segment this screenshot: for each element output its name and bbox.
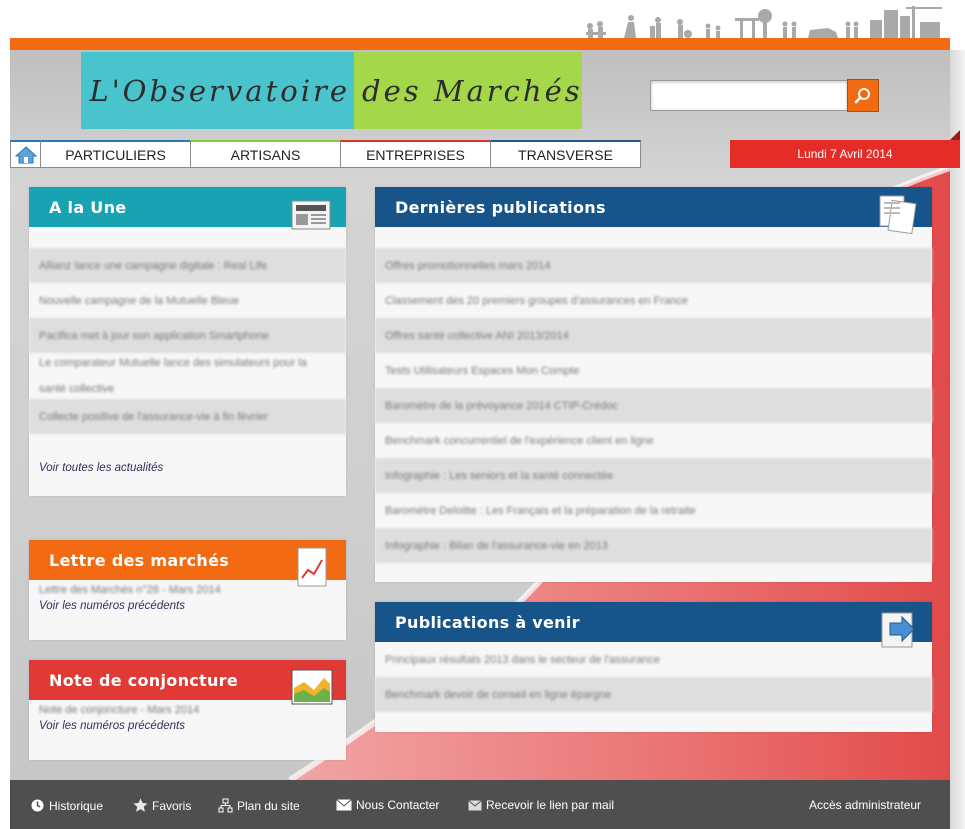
- star-icon: [133, 798, 148, 812]
- search-icon: [854, 87, 870, 103]
- envelope-icon: [336, 799, 352, 811]
- note-de-conjoncture-panel: Note de conjoncture Note de conjoncture …: [29, 660, 346, 760]
- nav-artisans[interactable]: ARTISANS: [190, 140, 341, 168]
- publications-a-venir-panel: Publications à venir Principaux résultat…: [375, 602, 932, 732]
- footer-historique-link[interactable]: Historique: [30, 798, 103, 813]
- main-nav: PARTICULIERS ARTISANS ENTREPRISES TRANSV…: [10, 140, 641, 168]
- lettre-header: Lettre des marchés: [29, 540, 346, 587]
- logo-right-block: des Marchés: [354, 52, 582, 129]
- footer-favoris-link[interactable]: Favoris: [133, 798, 191, 813]
- list-item[interactable]: Benchmark devoir de conseil en ligne épa…: [375, 677, 932, 712]
- date-ribbon-fold: [950, 130, 960, 140]
- voir-toutes-actualites-link[interactable]: Voir toutes les actualités: [29, 462, 346, 474]
- venir-list: Principaux résultats 2013 dans le secteu…: [375, 642, 932, 712]
- list-item[interactable]: Baromètre de la prévoyance 2014 CTIP-Cré…: [375, 388, 932, 423]
- list-item[interactable]: Offres santé collective ANI 2013/2014: [375, 318, 932, 353]
- a-la-une-header: A la Une: [29, 187, 346, 230]
- list-item[interactable]: Classement des 20 premiers groupes d'ass…: [375, 283, 932, 318]
- a-la-une-panel: A la Une Allianz lance une campagne digi…: [29, 187, 346, 496]
- a-la-une-list: Allianz lance une campagne digitale : Re…: [29, 248, 346, 434]
- list-item[interactable]: Collecte positive de l'assurance-vie à f…: [29, 399, 346, 434]
- list-item[interactable]: Benchmark concurrentiel de l'expérience …: [375, 423, 932, 458]
- logo-left-text: L'Observatoire: [89, 73, 350, 108]
- footer-plan-du-site-label: Plan du site: [237, 798, 300, 813]
- list-item[interactable]: Nouvelle campagne de la Mutuelle Bleue: [29, 283, 346, 318]
- lettre-previous-link[interactable]: Voir les numéros précédents: [29, 600, 346, 612]
- list-item[interactable]: Principaux résultats 2013 dans le secteu…: [375, 642, 932, 677]
- list-item[interactable]: Baromètre Deloitte : Les Français et la …: [375, 493, 932, 528]
- home-icon: [14, 145, 37, 163]
- dernieres-publications-panel: Dernières publications Offres promotionn…: [375, 187, 932, 582]
- logo-left-block: L'Observatoire: [81, 52, 354, 129]
- logo-right-text: des Marchés: [362, 73, 583, 108]
- current-date: Lundi 7 Avril 2014: [730, 140, 960, 168]
- nav-transverse[interactable]: TRANSVERSE: [490, 140, 641, 168]
- mail-link-icon: [468, 799, 482, 810]
- list-item[interactable]: Allianz lance une campagne digitale : Re…: [29, 248, 346, 283]
- nav-home[interactable]: [10, 140, 41, 168]
- footer-admin-link[interactable]: Accès administrateur: [809, 798, 921, 812]
- orange-header-bar: [10, 38, 950, 50]
- sitemap-icon: [218, 798, 233, 813]
- footer-favoris-label: Favoris: [152, 798, 192, 813]
- footer-historique-label: Historique: [49, 798, 104, 813]
- footer-contact-link[interactable]: Nous Contacter: [336, 798, 439, 812]
- newspaper-icon: [291, 200, 331, 230]
- list-item[interactable]: Infographie : Bilan de l'assurance-vie e…: [375, 528, 932, 563]
- lettre-des-marches-panel: Lettre des marchés Lettre des Marchés n°…: [29, 540, 346, 640]
- list-item[interactable]: Le comparateur Mutuelle lance des simula…: [29, 353, 346, 399]
- footer-contact-label: Nous Contacter: [356, 798, 440, 812]
- nav-entreprises[interactable]: ENTREPRISES: [340, 140, 491, 168]
- note-title: Note de conjoncture: [49, 670, 239, 690]
- note-previous-link[interactable]: Voir les numéros précédents: [29, 720, 346, 732]
- note-header: Note de conjoncture: [29, 660, 346, 705]
- lettre-title: Lettre des marchés: [49, 550, 230, 570]
- list-item[interactable]: Offres promotionnelles mars 2014: [375, 248, 932, 283]
- history-icon: [31, 799, 44, 812]
- list-item[interactable]: Tests Utilisateurs Espaces Mon Compte: [375, 353, 932, 388]
- page: L'Observatoire des Marchés PARTICULIERS …: [0, 0, 965, 829]
- search-button[interactable]: [847, 79, 879, 112]
- footer-recevoir-lien-link[interactable]: Recevoir le lien par mail: [468, 798, 614, 812]
- city-silhouettes-image: [586, 6, 942, 38]
- footer: Historique Favoris Plan du site Nous Con…: [10, 780, 950, 829]
- lettre-latest-link[interactable]: Lettre des Marchés n°26 - Mars 2014: [29, 580, 346, 600]
- publications-title: Dernières publications: [395, 197, 606, 217]
- note-latest-link[interactable]: Note de conjoncture - Mars 2014: [29, 700, 346, 720]
- list-item[interactable]: Infographie : Les seniors et la santé co…: [375, 458, 932, 493]
- venir-title: Publications à venir: [395, 612, 580, 632]
- list-item[interactable]: Pacifica met à jour son application Smar…: [29, 318, 346, 353]
- site-logo[interactable]: L'Observatoire des Marchés: [81, 52, 582, 129]
- publications-header: Dernières publications: [375, 187, 932, 235]
- documents-icon: [879, 195, 917, 235]
- search-input[interactable]: [650, 80, 848, 111]
- nav-particuliers[interactable]: PARTICULIERS: [40, 140, 191, 168]
- a-la-une-title: A la Une: [49, 197, 127, 217]
- footer-plan-du-site-link[interactable]: Plan du site: [218, 798, 300, 813]
- footer-recevoir-lien-label: Recevoir le lien par mail: [486, 798, 615, 812]
- publications-list: Offres promotionnelles mars 2014 Classem…: [375, 248, 932, 563]
- venir-header: Publications à venir: [375, 602, 932, 648]
